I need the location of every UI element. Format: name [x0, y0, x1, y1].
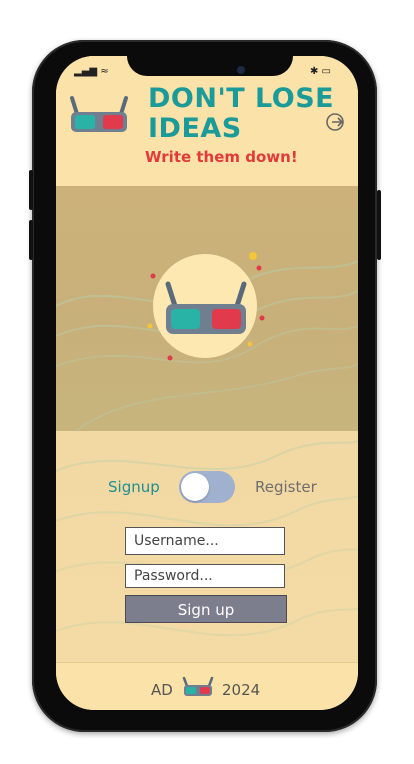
confetti-dots — [147, 252, 265, 361]
signal-icon: ▂▄▆ ≈ — [74, 66, 109, 77]
hero-banner — [56, 186, 358, 431]
front-camera — [237, 66, 245, 74]
battery-icon: ✱ ▭ — [310, 66, 332, 77]
3d-glasses-icon — [70, 96, 128, 132]
footer-ad-text: AD — [151, 681, 173, 699]
switch-knob — [181, 473, 209, 501]
phone-side-button — [29, 170, 33, 210]
register-label: Register — [255, 478, 317, 496]
app-subtitle: Write them down! — [145, 148, 298, 166]
phone-side-button — [29, 220, 33, 260]
password-input[interactable] — [125, 564, 285, 588]
signup-label: Signup — [108, 478, 160, 496]
footer-year: 2024 — [222, 681, 261, 699]
auth-mode-toggle-row: Signup Register — [56, 469, 358, 505]
app-title: DON'T LOSE IDEAS — [148, 83, 335, 144]
phone-power-button — [377, 190, 381, 260]
sign-up-button[interactable]: Sign up — [125, 595, 287, 623]
auth-mode-switch[interactable] — [179, 471, 235, 503]
logout-icon[interactable] — [325, 112, 345, 132]
3d-glasses-icon — [182, 676, 214, 696]
app-screen: DON'T LOSE IDEAS Write them down! Signup… — [56, 56, 358, 710]
username-input[interactable] — [125, 527, 285, 555]
phone-notch — [127, 44, 293, 76]
app-footer: AD 2024 — [56, 662, 358, 710]
